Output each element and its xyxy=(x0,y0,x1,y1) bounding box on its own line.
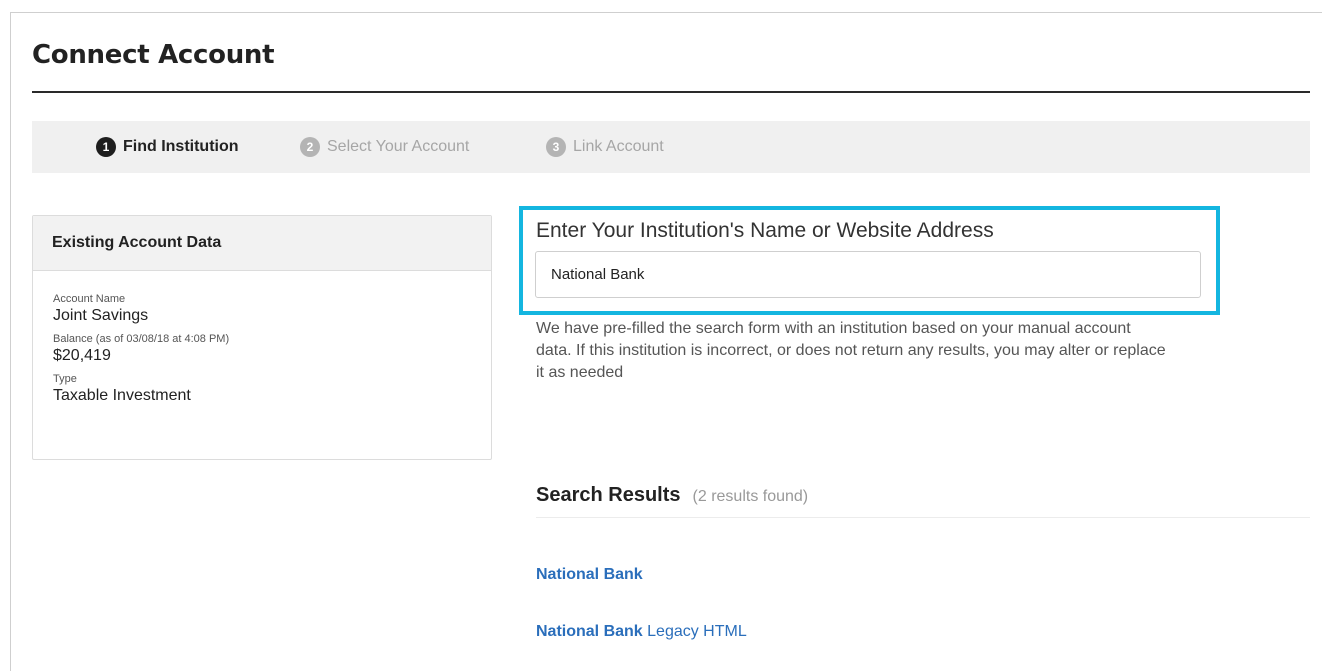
type-label: Type xyxy=(53,373,77,385)
result-link-national-bank[interactable]: National Bank xyxy=(536,566,643,584)
search-results-title: Search Results xyxy=(536,484,681,506)
progress-stepper: 1 Find Institution 2 Select Your Account… xyxy=(32,121,1310,173)
title-divider xyxy=(32,91,1310,93)
search-results-count: (2 results found) xyxy=(692,488,809,505)
step-link-account: 3 Link Account xyxy=(546,137,664,157)
account-name-label: Account Name xyxy=(53,293,126,305)
result-2-name: National Bank xyxy=(536,623,643,640)
search-results-heading: Search Results (2 results found) xyxy=(536,484,808,507)
step-3-number-icon: 3 xyxy=(546,137,566,157)
step-2-label: Select Your Account xyxy=(327,138,470,155)
page-title: Connect Account xyxy=(32,40,275,70)
step-select-account: 2 Select Your Account xyxy=(300,137,469,157)
step-1-label: Find Institution xyxy=(123,138,239,155)
search-label: Enter Your Institution's Name or Website… xyxy=(536,219,994,242)
search-results-divider xyxy=(536,517,1310,518)
existing-account-panel: Existing Account Data Account Name Joint… xyxy=(32,215,492,460)
search-help-text: We have pre-filled the search form with … xyxy=(536,320,1166,381)
step-2-number-icon: 2 xyxy=(300,137,320,157)
step-find-institution: 1 Find Institution xyxy=(96,137,239,157)
result-2-suffix: Legacy HTML xyxy=(647,623,747,640)
institution-search-input[interactable] xyxy=(535,251,1201,298)
account-name-value: Joint Savings xyxy=(53,307,149,324)
existing-account-body: Account Name Joint Savings Balance (as o… xyxy=(33,271,491,405)
balance-value: $20,419 xyxy=(53,347,111,364)
step-1-number-icon: 1 xyxy=(96,137,116,157)
type-value: Taxable Investment xyxy=(53,387,191,404)
result-link-national-bank-legacy-html[interactable]: National Bank Legacy HTML xyxy=(536,623,747,641)
balance-label: Balance (as of 03/08/18 at 4:08 PM) xyxy=(53,333,230,345)
step-3-label: Link Account xyxy=(573,138,664,155)
existing-account-header: Existing Account Data xyxy=(33,216,491,271)
result-1-name: National Bank xyxy=(536,566,643,583)
